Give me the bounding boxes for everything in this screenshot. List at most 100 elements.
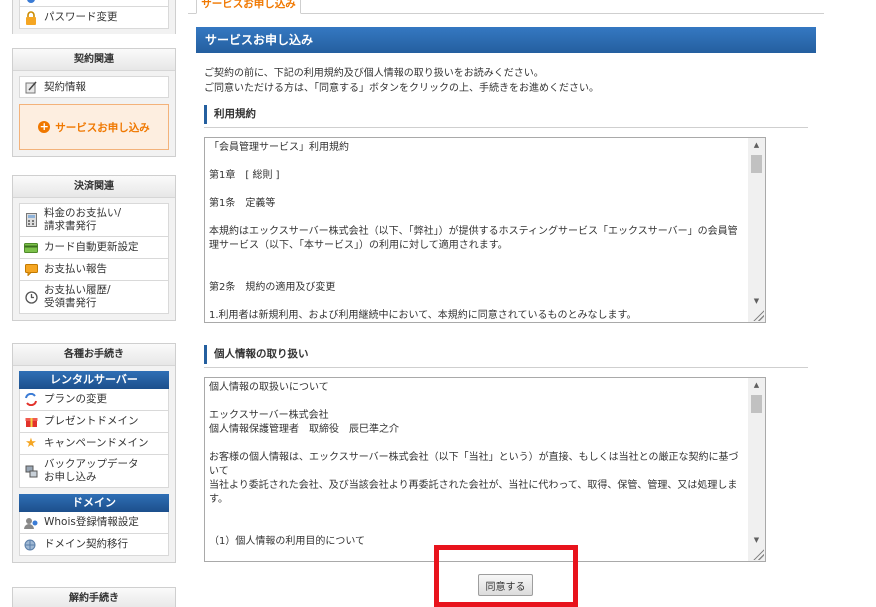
plus-circle-icon: + (38, 120, 51, 133)
intro-line: ご同意いただける方は、「同意する」ボタンをクリックの上、手続きをお進めください。 (204, 83, 599, 94)
payment-menu-box: 決済関連 料金のお支払い/請求書発行 カード自動更新設定 お支払い報告 お支払い… (12, 175, 176, 321)
terms-scrollbar[interactable]: ▲ ▼ (748, 138, 765, 322)
text-line: 個人情報保護管理者 取締役 辰巳準之介 (209, 424, 399, 435)
text-line (209, 183, 744, 197)
domain-subheading: ドメイン (19, 494, 169, 512)
privacy-scrollbar[interactable]: ▲ ▼ (748, 378, 765, 561)
cancel-menu-heading: 解約手続き (13, 588, 175, 607)
intro-line: ご契約の前に、下記の利用規約及び個人情報の取り扱いをお読みください。 (204, 68, 544, 79)
sidebar-item-label: カード自動更新設定 (44, 241, 139, 253)
sidebar-item-label: Whois登録情報設定 (44, 516, 139, 528)
rental-server-subheading: レンタルサーバー (19, 371, 169, 389)
procedures-menu-heading: 各種お手続き (13, 344, 175, 366)
gift-icon (24, 415, 38, 429)
sidebar-item-label: プランの変更 (44, 393, 107, 405)
sidebar-item-label: バックアップデータ お申し込み (44, 458, 139, 483)
sidebar-item-plan-change[interactable]: プランの変更 (19, 389, 169, 411)
payment-menu-inner: 料金のお支払い/請求書発行 カード自動更新設定 お支払い報告 お支払い履歴/受領… (13, 198, 175, 320)
terms-content: 「会員管理サービス」利用規約 第1章 [ 総則 ] 第1条 定義等本規約はエックスサ… (205, 138, 748, 322)
text-line (209, 253, 744, 267)
text-line (209, 521, 744, 535)
text-line: 個人情報の取扱いについて (209, 382, 329, 393)
text-line: 第2条 規約の適用及び変更 (209, 282, 336, 293)
intro-text: ご契約の前に、下記の利用規約及び個人情報の取り扱いをお読みください。 ご同意いた… (204, 66, 804, 96)
contract-menu-heading: 契約関連 (13, 49, 175, 71)
sidebar-item-account-top[interactable] (19, 0, 169, 7)
sidebar-item-label: 料金のお支払い/請求書発行 (44, 207, 122, 232)
sidebar-item-payment[interactable]: 料金のお支払い/請求書発行 (19, 203, 169, 237)
agree-button[interactable]: 同意する (478, 574, 533, 596)
procedures-menu-inner: レンタルサーバー プランの変更 プレゼントドメイン ★ キャンペーンドメイン バ… (13, 366, 175, 562)
scroll-up-icon[interactable]: ▲ (748, 138, 765, 152)
text-line: エックスサーバー株式会社 (209, 410, 329, 421)
sidebar-item-present-domain[interactable]: プレゼントドメイン (19, 411, 169, 433)
resize-grip-icon[interactable] (752, 309, 764, 321)
sidebar-item-campaign-domain[interactable]: ★ キャンペーンドメイン (19, 433, 169, 455)
text-line (209, 437, 744, 451)
whois-icon (24, 516, 38, 530)
sidebar-item-label: ドメイン契約移行 (44, 538, 128, 550)
payment-menu-heading: 決済関連 (13, 176, 175, 198)
calculator-icon (24, 213, 38, 227)
contract-doc-icon (24, 80, 38, 94)
sidebar-item-label: 契約情報 (44, 80, 86, 93)
scroll-thumb[interactable] (751, 395, 762, 413)
account-menu-inner: パスワード変更 (13, 0, 175, 34)
tab-bar: サービスお申し込み (188, 0, 824, 14)
sidebar-item-label: お支払い履歴/受領書発行 (44, 284, 111, 309)
sidebar-item-label: サービスお申し込み (55, 121, 150, 134)
contract-menu-box: 契約関連 契約情報 + サービスお申し込み (12, 48, 176, 157)
credit-card-icon (24, 241, 38, 255)
procedures-menu-box: 各種お手続き レンタルサーバー プランの変更 プレゼントドメイン ★ キャンペー… (12, 343, 176, 563)
sidebar-item-backup-data[interactable]: バックアップデータ お申し込み (19, 455, 169, 488)
clock-icon (24, 290, 38, 304)
terms-textarea[interactable]: 「会員管理サービス」利用規約 第1章 [ 総則 ] 第1条 定義等本規約はエックスサ… (204, 137, 766, 323)
text-line: 第1条 定義等 (209, 198, 276, 209)
text-line: 1.利用者は新規利用、および利用継続中において、本規約に同意されているものとみな… (209, 310, 637, 321)
sidebar-item-label: お支払い報告 (44, 263, 107, 275)
text-line: 「会員管理サービス」利用規約 (209, 142, 349, 153)
sidebar-item-whois[interactable]: Whois登録情報設定 (19, 512, 169, 534)
text-line (209, 155, 744, 169)
page-title: サービスお申し込み (196, 27, 816, 53)
sidebar-item-label: キャンペーンドメイン (44, 437, 149, 449)
privacy-heading: 個人情報の取り扱い (204, 344, 808, 368)
text-line (209, 295, 744, 309)
tab-service-application[interactable]: サービスお申し込み (196, 0, 301, 14)
scroll-thumb[interactable] (751, 155, 762, 173)
privacy-content: 個人情報の取扱いについて エックスサーバー株式会社個人情報保護管理者 取締役 辰巳… (205, 378, 748, 561)
backup-icon (24, 464, 38, 478)
text-line: 第1章 [ 総則 ] (209, 170, 280, 181)
cancel-menu-box: 解約手続き (12, 587, 176, 607)
sidebar-item-payment-history[interactable]: お支払い履歴/受領書発行 (19, 281, 169, 314)
sidebar-item-domain-transfer[interactable]: ドメイン契約移行 (19, 534, 169, 556)
terms-heading: 利用規約 (204, 104, 808, 128)
text-line: お客様の個人情報は、エックスサーバー株式会社（以下「当社」という）が直接、もしく… (209, 452, 739, 477)
account-menu-box: パスワード変更 (12, 0, 176, 34)
text-line: 当社より委託された会社、及び当該会社より再委託された会社が、当社に代わって、取得… (209, 480, 738, 505)
text-line (209, 395, 744, 409)
scroll-up-icon[interactable]: ▲ (748, 378, 765, 392)
user-icon (24, 0, 38, 8)
scroll-down-icon[interactable]: ▼ (748, 533, 765, 547)
text-line: （1）個人情報の利用目的について (209, 536, 366, 547)
privacy-textarea[interactable]: 個人情報の取扱いについて エックスサーバー株式会社個人情報保護管理者 取締役 辰巳… (204, 377, 766, 562)
scroll-down-icon[interactable]: ▼ (748, 294, 765, 308)
resize-grip-icon[interactable] (752, 548, 764, 560)
sidebar-item-password-change[interactable]: パスワード変更 (19, 7, 169, 29)
contract-menu-inner: 契約情報 + サービスお申し込み (13, 71, 175, 156)
sidebar-item-card-auto-renew[interactable]: カード自動更新設定 (19, 237, 169, 259)
sidebar-item-payment-report[interactable]: お支払い報告 (19, 259, 169, 281)
domain-transfer-icon (24, 538, 38, 552)
lock-icon (24, 10, 38, 25)
text-line (209, 267, 744, 281)
sidebar-item-service-application[interactable]: + サービスお申し込み (19, 104, 169, 150)
star-icon: ★ (25, 436, 37, 451)
sidebar-item-contract-info[interactable]: 契約情報 (19, 76, 169, 98)
text-line (209, 211, 744, 225)
sidebar-item-label: プレゼントドメイン (44, 415, 139, 427)
text-line: 本規約はエックスサーバー株式会社（以下、「弊社」）が提供するホスティングサービス… (209, 226, 738, 251)
sidebar-item-label: パスワード変更 (44, 11, 118, 23)
text-line (209, 507, 744, 521)
report-icon (24, 263, 38, 277)
